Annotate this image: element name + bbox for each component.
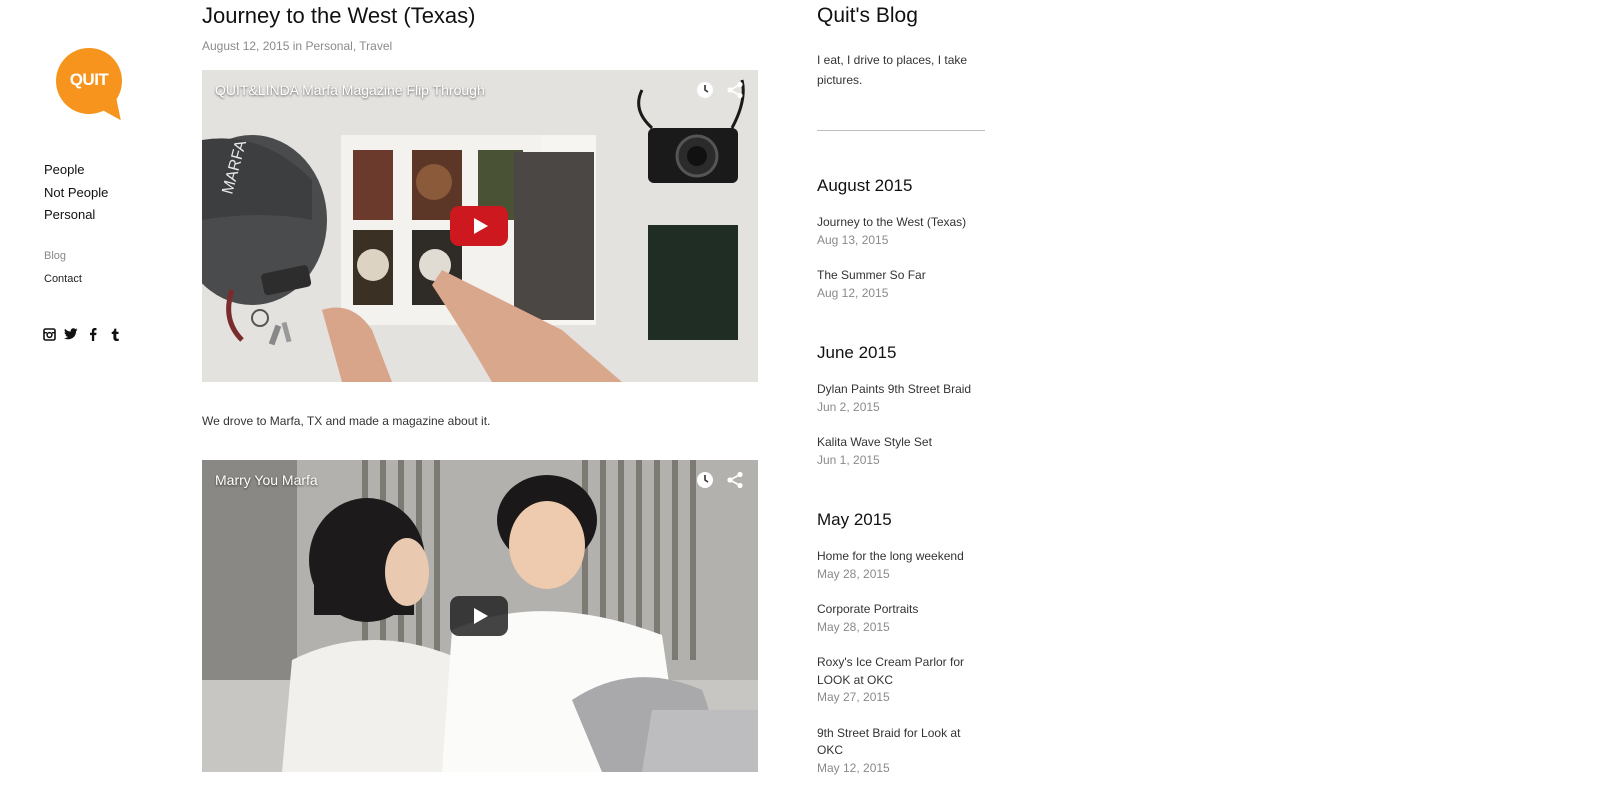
post-date: August 12, 2015 (202, 39, 290, 53)
play-button[interactable] (450, 596, 508, 636)
nav-item-personal[interactable]: Personal (44, 204, 108, 227)
facebook-icon[interactable] (86, 327, 100, 341)
archive-post-title[interactable]: Dylan Paints 9th Street Braid (817, 381, 987, 399)
archive-post-title[interactable]: Kalita Wave Style Set (817, 434, 987, 452)
archive-post-date: Aug 12, 2015 (817, 285, 889, 300)
post-meta-in: in (292, 39, 303, 53)
video-embed-marry-you[interactable]: Marry You Marfa (202, 460, 758, 772)
blog-post: Journey to the West (Texas) August 12, 2… (202, 0, 758, 772)
archive-item: Journey to the West (Texas) Aug 13, 2015 (817, 214, 987, 249)
archive-month-heading: August 2015 (817, 176, 913, 195)
post-body: We drove to Marfa, TX and made a magazin… (202, 414, 491, 428)
category-separator: , (352, 39, 357, 53)
archive-group-august-2015: August 2015 Journey to the West (Texas) … (817, 175, 987, 302)
archive-post-date: Jun 2, 2015 (817, 399, 880, 414)
archive-post-date: May 12, 2015 (817, 760, 890, 775)
twitter-icon[interactable] (64, 327, 78, 341)
nav-item-contact[interactable]: Contact (44, 268, 82, 291)
sidebar-title: Quit's Blog (817, 4, 918, 27)
instagram-icon[interactable] (42, 327, 56, 341)
archive-month-heading: May 2015 (817, 510, 892, 529)
play-icon (473, 608, 488, 624)
post-category-personal[interactable]: Personal (305, 39, 352, 53)
nav-item-blog[interactable]: Blog (44, 245, 82, 268)
archive-group-june-2015: June 2015 Dylan Paints 9th Street Braid … (817, 342, 987, 469)
sidebar-divider (817, 130, 985, 131)
archive-post-title[interactable]: Roxy's Ice Cream Parlor for LOOK at OKC (817, 654, 987, 689)
post-meta: August 12, 2015 in Personal, Travel (202, 39, 758, 55)
post-category-travel[interactable]: Travel (359, 39, 392, 53)
archive-post-title[interactable]: Home for the long weekend (817, 548, 987, 566)
watch-later-icon[interactable] (696, 471, 714, 494)
nav-item-people[interactable]: People (44, 159, 108, 182)
video-controls (696, 471, 744, 494)
watch-later-icon[interactable] (696, 81, 714, 104)
archive-month-heading: June 2015 (817, 343, 897, 362)
archive-item: Corporate Portraits May 28, 2015 (817, 601, 987, 636)
play-button[interactable] (450, 206, 508, 246)
main-nav: People Not People Personal (44, 159, 108, 227)
archive-post-title[interactable]: The Summer So Far (817, 267, 987, 285)
archive-item: 9th Street Braid for Look at OKC May 12,… (817, 725, 987, 778)
archive-group-may-2015: May 2015 Home for the long weekend May 2… (817, 509, 987, 777)
archive-item: Kalita Wave Style Set Jun 1, 2015 (817, 434, 987, 469)
archive-post-title[interactable]: 9th Street Braid for Look at OKC (817, 725, 987, 760)
video-title[interactable]: Marry You Marfa (215, 472, 318, 488)
archive-item: Dylan Paints 9th Street Braid Jun 2, 201… (817, 381, 987, 416)
tumblr-icon[interactable] (108, 327, 122, 341)
logo-text: QUIT (69, 70, 109, 89)
video-embed-magazine[interactable]: MARFA QUIT&LINDA Marfa Magazine Flip Thr… (202, 70, 758, 382)
archive-post-title[interactable]: Journey to the West (Texas) (817, 214, 987, 232)
secondary-nav: Blog Contact (44, 245, 82, 291)
nav-item-not-people[interactable]: Not People (44, 182, 108, 205)
archive-post-date: Jun 1, 2015 (817, 452, 880, 467)
share-icon[interactable] (726, 471, 744, 494)
archive-post-title[interactable]: Corporate Portraits (817, 601, 987, 619)
play-icon (473, 218, 488, 234)
archive-post-date: Aug 13, 2015 (817, 232, 889, 247)
archive-item: Roxy's Ice Cream Parlor for LOOK at OKC … (817, 654, 987, 707)
video-title[interactable]: QUIT&LINDA Marfa Magazine Flip Through (215, 82, 485, 98)
sidebar: Quit's Blog I eat, I drive to places, I … (817, 0, 987, 777)
post-title[interactable]: Journey to the West (Texas) (202, 2, 758, 30)
archive-item: The Summer So Far Aug 12, 2015 (817, 267, 987, 302)
site-logo[interactable]: QUIT (56, 48, 132, 127)
sidebar-description: I eat, I drive to places, I take picture… (817, 53, 968, 87)
archive-item: Home for the long weekend May 28, 2015 (817, 548, 987, 583)
archive-post-date: May 28, 2015 (817, 619, 890, 634)
archive-post-date: May 28, 2015 (817, 566, 890, 581)
archive-post-date: May 27, 2015 (817, 690, 890, 704)
social-links (42, 327, 122, 341)
video-controls (696, 81, 744, 104)
share-icon[interactable] (726, 81, 744, 104)
